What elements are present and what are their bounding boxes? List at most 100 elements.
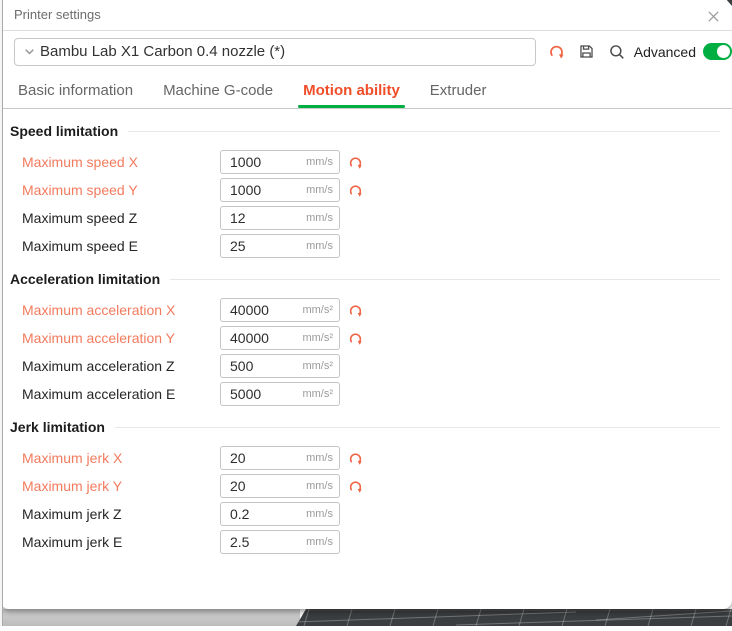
section-header: Speed limitation [0,118,732,144]
section-title: Jerk limitation [10,419,105,435]
window-edge-border [2,0,3,626]
value-field: mm/s² [220,326,340,350]
tab-machine-gcode[interactable]: Machine G-code [163,72,273,108]
max-jerk-e-input[interactable] [230,534,290,550]
reset-icon [348,451,363,466]
value-field: mm/s [220,206,340,230]
printer-preset-select[interactable]: Bambu Lab X1 Carbon 0.4 nozzle (*) [14,38,536,66]
setting-label: Maximum speed E [22,238,220,254]
setting-label: Maximum speed Z [22,210,220,226]
unit-label: mm/s [306,452,333,464]
setting-label: Maximum speed X [22,154,220,170]
section-divider [170,279,720,280]
unit-label: mm/s [306,480,333,492]
reset-value-button[interactable] [347,478,364,495]
unit-label: mm/s [306,156,333,168]
unit-label: mm/s [306,184,333,196]
value-field: mm/s² [220,382,340,406]
section-speed-limitation: Speed limitation Maximum speed X mm/s Ma… [0,118,732,260]
build-plate-grid [296,609,732,626]
section-jerk-limitation: Jerk limitation Maximum jerk X mm/s Maxi… [0,414,732,556]
reset-icon [348,183,363,198]
search-icon [608,43,626,61]
close-icon [706,9,721,24]
row-max-jerk-y: Maximum jerk Y mm/s [0,472,732,500]
row-max-speed-e: Maximum speed E mm/s [0,232,732,260]
reset-icon [348,479,363,494]
setting-label: Maximum jerk Y [22,478,220,494]
max-accel-x-input[interactable] [230,302,290,318]
value-field: mm/s [220,150,340,174]
advanced-toggle[interactable] [703,43,732,60]
row-max-speed-z: Maximum speed Z mm/s [0,204,732,232]
preset-toolbar: Bambu Lab X1 Carbon 0.4 nozzle (*) Advan… [0,31,732,72]
value-field: mm/s² [220,298,340,322]
row-max-jerk-e: Maximum jerk E mm/s [0,528,732,556]
save-preset-button[interactable] [577,42,596,62]
max-speed-e-input[interactable] [230,238,290,254]
value-field: mm/s [220,178,340,202]
setting-label: Maximum acceleration Y [22,330,220,346]
advanced-label: Advanced [634,44,696,60]
reset-icon [348,303,363,318]
max-accel-e-input[interactable] [230,386,290,402]
dialog-titlebar: Printer settings [0,0,732,31]
tab-extruder[interactable]: Extruder [430,72,487,108]
max-speed-z-input[interactable] [230,210,290,226]
max-jerk-y-input[interactable] [230,478,290,494]
printer-settings-dialog: Printer settings Bambu Lab X1 Carbon 0.4… [0,0,732,609]
setting-label: Maximum speed Y [22,182,220,198]
close-button[interactable] [702,5,724,27]
search-settings-button[interactable] [607,42,626,62]
row-max-accel-y: Maximum acceleration Y mm/s² [0,324,732,352]
tab-motion-ability[interactable]: Motion ability [303,72,400,108]
row-max-accel-x: Maximum acceleration X mm/s² [0,296,732,324]
section-title: Speed limitation [10,123,118,139]
unit-label: mm/s² [302,332,333,344]
value-field: mm/s [220,234,340,258]
row-max-jerk-x: Maximum jerk X mm/s [0,444,732,472]
reset-preset-button[interactable] [547,42,566,62]
preset-name: Bambu Lab X1 Carbon 0.4 nozzle (*) [40,43,285,60]
value-field: mm/s [220,530,340,554]
max-speed-x-input[interactable] [230,154,290,170]
reset-value-button[interactable] [347,302,364,319]
max-accel-z-input[interactable] [230,358,290,374]
value-field: mm/s [220,446,340,470]
reset-icon [348,331,363,346]
row-max-jerk-z: Maximum jerk Z mm/s [0,500,732,528]
reset-value-button[interactable] [347,450,364,467]
reset-icon [348,155,363,170]
setting-label: Maximum jerk E [22,534,220,550]
value-field: mm/s [220,502,340,526]
section-header: Jerk limitation [0,414,732,440]
unit-label: mm/s² [302,304,333,316]
max-speed-y-input[interactable] [230,182,290,198]
unit-label: mm/s² [302,360,333,372]
reset-icon [548,43,565,60]
setting-label: Maximum acceleration Z [22,358,220,374]
unit-label: mm/s [306,240,333,252]
unit-label: mm/s [306,508,333,520]
unit-label: mm/s² [302,388,333,400]
max-accel-y-input[interactable] [230,330,290,346]
unit-label: mm/s [306,536,333,548]
reset-value-button[interactable] [347,330,364,347]
settings-tabbar: Basic information Machine G-code Motion … [0,72,732,109]
max-jerk-x-input[interactable] [230,450,290,466]
row-max-accel-e: Maximum acceleration E mm/s² [0,380,732,408]
reset-value-button[interactable] [347,154,364,171]
chevron-down-icon [23,45,36,58]
setting-label: Maximum acceleration E [22,386,220,402]
max-jerk-z-input[interactable] [230,506,290,522]
reset-value-button[interactable] [347,182,364,199]
row-max-accel-z: Maximum acceleration Z mm/s² [0,352,732,380]
background-scene [0,609,732,626]
section-divider [115,427,720,428]
row-max-speed-x: Maximum speed X mm/s [0,148,732,176]
section-divider [128,131,720,132]
tab-basic-information[interactable]: Basic information [18,72,133,108]
value-field: mm/s [220,474,340,498]
dialog-title: Printer settings [14,0,101,30]
setting-label: Maximum acceleration X [22,302,220,318]
